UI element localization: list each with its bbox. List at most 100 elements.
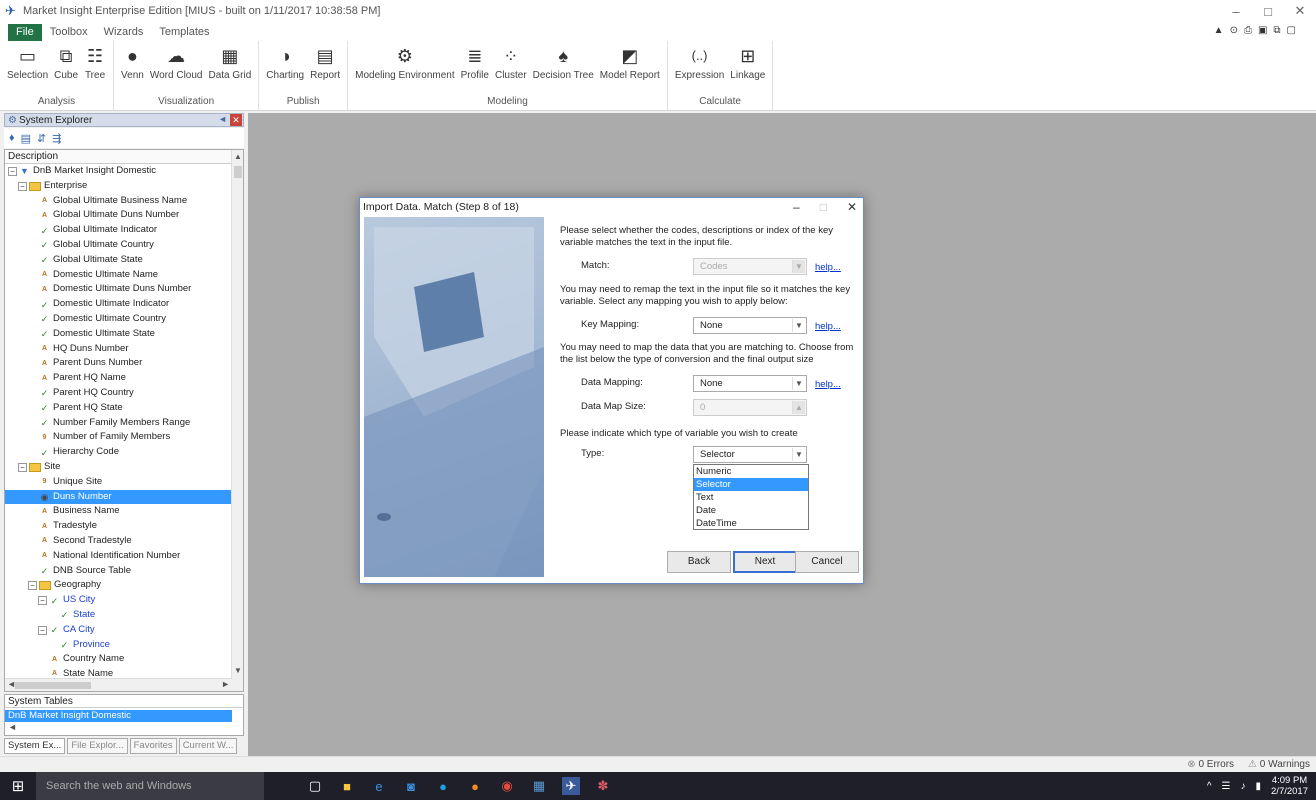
- chrome-icon[interactable]: ◉: [498, 777, 516, 795]
- tree-item[interactable]: ✓ Hierarchy Code: [5, 445, 243, 460]
- tree-item[interactable]: ✓ Parent HQ State: [5, 401, 243, 416]
- tree-item[interactable]: ✓ Number Family Members Range: [5, 416, 243, 431]
- close-icon[interactable]: ✕: [230, 114, 242, 126]
- notifications-icon[interactable]: ▮: [1256, 781, 1262, 792]
- match-help-link[interactable]: help...: [815, 262, 841, 273]
- tree-item[interactable]: ✓ Domestic Ultimate Country: [5, 312, 243, 327]
- tree-item[interactable]: A Global Ultimate Business Name: [5, 194, 243, 209]
- triangle-icon[interactable]: ▲: [1214, 25, 1224, 36]
- type-option[interactable]: DateTime: [694, 517, 808, 530]
- modeling-environment-button[interactable]: ⚙ Modeling Environment: [352, 41, 458, 96]
- type-option[interactable]: Selector: [694, 478, 808, 491]
- tree-button[interactable]: ☷ Tree: [81, 41, 109, 96]
- warnings-status[interactable]: ⚠ 0 Warnings: [1248, 759, 1310, 770]
- tree-item[interactable]: A Tradestyle: [5, 519, 243, 534]
- tree-item[interactable]: ✓ State: [5, 608, 243, 623]
- cube-button[interactable]: ⧉ Cube: [51, 41, 81, 96]
- outlook-icon[interactable]: ◙: [402, 777, 420, 795]
- tree-item[interactable]: A National Identification Number: [5, 549, 243, 564]
- data-mapping-combo[interactable]: None ▼: [693, 375, 807, 392]
- cluster-button[interactable]: ⁘ Cluster: [492, 41, 530, 96]
- scroll-down-icon[interactable]: ▼: [232, 666, 243, 675]
- cancel-button[interactable]: Cancel: [795, 551, 859, 573]
- tray-up-icon[interactable]: ^: [1207, 781, 1212, 792]
- data-mapping-help-link[interactable]: help...: [815, 379, 841, 390]
- tree-item[interactable]: − Geography: [5, 578, 243, 593]
- help-icon[interactable]: ⊙: [1230, 25, 1238, 36]
- hscroll-thumb[interactable]: [15, 682, 91, 689]
- tab-file[interactable]: File: [8, 24, 42, 41]
- tree-item[interactable]: ✓ Global Ultimate Country: [5, 238, 243, 253]
- collapse-icon[interactable]: −: [28, 581, 37, 591]
- model-report-button[interactable]: ◩ Model Report: [597, 41, 663, 96]
- tree-item[interactable]: ✓ Global Ultimate State: [5, 253, 243, 268]
- type-option[interactable]: Numeric: [694, 465, 808, 478]
- tab-system-explorer[interactable]: System Ex...: [4, 738, 66, 754]
- tree-item[interactable]: 9 Unique Site: [5, 475, 243, 490]
- system-table-row[interactable]: DnB Market Insight Domestic: [5, 710, 232, 722]
- pin-icon[interactable]: ◄: [218, 114, 227, 124]
- file-explorer-icon[interactable]: ■: [338, 777, 356, 795]
- word-cloud-button[interactable]: ☁ Word Cloud: [147, 41, 206, 96]
- edge-icon[interactable]: e: [370, 777, 388, 795]
- selection-button[interactable]: ▭ Selection: [4, 41, 51, 96]
- type-option[interactable]: Text: [694, 491, 808, 504]
- profile-button[interactable]: ≣ Profile: [458, 41, 492, 96]
- market-insight-taskbar-icon[interactable]: ✈: [562, 777, 580, 795]
- chevron-down-icon[interactable]: ▼: [792, 448, 805, 461]
- tree-item[interactable]: A Domestic Ultimate Name: [5, 268, 243, 283]
- maximize-icon[interactable]: □: [1252, 0, 1284, 22]
- clock[interactable]: 4:09 PM 2/7/2017: [1271, 775, 1308, 797]
- network-icon[interactable]: ☰: [1222, 781, 1231, 792]
- tree-item[interactable]: A Second Tradestyle: [5, 534, 243, 549]
- firefox-icon[interactable]: ●: [466, 777, 484, 795]
- table-icon[interactable]: ▤: [21, 132, 31, 145]
- scroll-thumb[interactable]: [234, 166, 242, 178]
- task-view-icon[interactable]: ▢: [306, 777, 324, 795]
- start-button[interactable]: ⊞: [0, 772, 36, 800]
- tab-templates[interactable]: Templates: [151, 24, 217, 41]
- venn-button[interactable]: ● Venn: [118, 41, 147, 96]
- tab-file-explorer[interactable]: File Explor...: [67, 738, 128, 754]
- minimize-icon[interactable]: –: [1220, 0, 1252, 22]
- tree-item[interactable]: − ▼ DnB Market Insight Domestic: [5, 164, 243, 179]
- collapse-icon[interactable]: −: [8, 166, 17, 176]
- next-button[interactable]: Next: [733, 551, 797, 573]
- charting-button[interactable]: ◑ Charting: [263, 41, 307, 96]
- chevron-down-icon[interactable]: ▼: [792, 319, 805, 332]
- errors-status[interactable]: ⊗ 0 Errors: [1187, 759, 1234, 770]
- decision-tree-button[interactable]: ♠ Decision Tree: [530, 41, 597, 96]
- tree-item[interactable]: ✓ Domestic Ultimate State: [5, 327, 243, 342]
- key-mapping-help-link[interactable]: help...: [815, 321, 841, 332]
- tree-item[interactable]: ✓ Parent HQ Country: [5, 386, 243, 401]
- tree-item[interactable]: ✓ Domestic Ultimate Indicator: [5, 297, 243, 312]
- tree-item[interactable]: ✓ Province: [5, 638, 243, 653]
- tree-item[interactable]: A HQ Duns Number: [5, 342, 243, 357]
- linkage-button[interactable]: ⊞ Linkage: [727, 41, 768, 96]
- scroll-up-icon[interactable]: ▲: [232, 152, 243, 161]
- tree-item[interactable]: ✓ Global Ultimate Indicator: [5, 223, 243, 238]
- settings-icon[interactable]: ▢: [1287, 25, 1296, 36]
- expression-button[interactable]: (..) Expression: [672, 41, 727, 96]
- horizontal-scrollbar[interactable]: ◄ ►: [5, 678, 232, 691]
- taskbar-search[interactable]: Search the web and Windows: [36, 772, 264, 800]
- back-button[interactable]: Back: [667, 551, 731, 573]
- tree-item[interactable]: A Parent Duns Number: [5, 356, 243, 371]
- type-combo[interactable]: Selector ▼: [693, 446, 807, 463]
- tree-item[interactable]: A Country Name: [5, 652, 243, 667]
- scroll-right-icon[interactable]: ►: [221, 679, 230, 689]
- tree-item[interactable]: A Domestic Ultimate Duns Number: [5, 282, 243, 297]
- collapse-icon[interactable]: −: [38, 625, 47, 635]
- system-tables-hscroll[interactable]: ◄: [5, 722, 243, 733]
- close-icon[interactable]: ✕: [1284, 0, 1316, 22]
- collapse-icon[interactable]: −: [18, 181, 27, 191]
- find-icon[interactable]: ♦: [9, 132, 15, 144]
- tab-wizards[interactable]: Wizards: [96, 24, 152, 41]
- tree-item[interactable]: A Global Ultimate Duns Number: [5, 208, 243, 223]
- tree-item[interactable]: A Parent HQ Name: [5, 371, 243, 386]
- save-icon[interactable]: ▣: [1258, 25, 1267, 36]
- vertical-scrollbar[interactable]: ▲ ▼: [231, 150, 243, 691]
- dialog-minimize-icon[interactable]: –: [793, 198, 800, 216]
- word-icon[interactable]: ▦: [530, 777, 548, 795]
- tab-favorites[interactable]: Favorites: [129, 738, 177, 754]
